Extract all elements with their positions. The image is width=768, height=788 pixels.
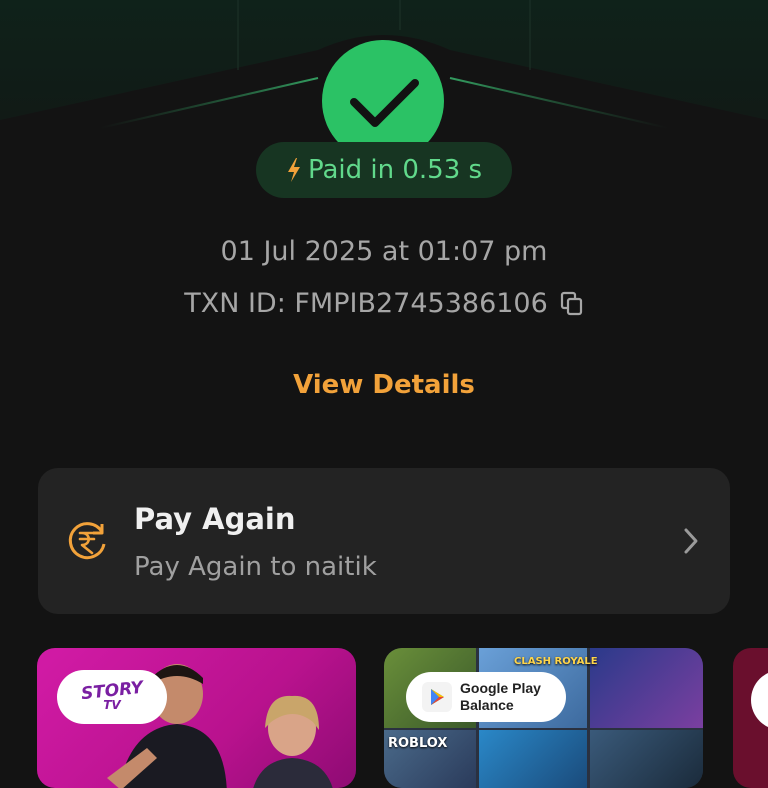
roblox-label: ROBLOX xyxy=(388,736,448,751)
paid-time-badge: Paid in 0.53 s xyxy=(256,142,512,198)
copy-icon[interactable] xyxy=(560,291,584,317)
view-details-link[interactable]: View Details xyxy=(0,370,768,400)
game-tile xyxy=(590,648,703,728)
banner-logo xyxy=(751,670,768,730)
story-logo-text: STORY xyxy=(80,677,144,705)
story-tv-logo: STORY TV xyxy=(57,670,167,724)
transaction-id: TXN ID: FMPIB2745386106 xyxy=(184,288,548,319)
clash-royale-label: CLASH ROYALE xyxy=(514,656,598,667)
google-play-line2: Balance xyxy=(460,697,514,713)
presenter-image xyxy=(253,695,333,788)
game-tile xyxy=(479,730,587,788)
lightning-icon xyxy=(287,158,300,182)
google-play-banner[interactable]: CLASH ROYALE ROBLOX Google Play Balance xyxy=(384,648,703,788)
offer-banner[interactable] xyxy=(733,648,768,788)
pay-again-card[interactable]: Pay Again Pay Again to naitik xyxy=(38,468,730,614)
transaction-date: 01 Jul 2025 at 01:07 pm xyxy=(220,236,548,267)
chevron-right-icon xyxy=(684,528,698,554)
transaction-id-row: TXN ID: FMPIB2745386106 xyxy=(0,288,768,319)
story-tv-banner[interactable]: STORY TV xyxy=(37,648,356,788)
google-play-line1: Google Play xyxy=(460,680,541,696)
google-play-icon xyxy=(422,682,452,712)
google-play-balance-pill: Google Play Balance xyxy=(406,672,566,722)
pay-again-title: Pay Again xyxy=(134,502,296,536)
paid-time-text: Paid in 0.53 s xyxy=(307,155,483,185)
game-tile xyxy=(590,730,703,788)
pay-again-subtitle: Pay Again to naitik xyxy=(134,552,377,582)
rupee-refresh-icon xyxy=(68,522,106,560)
